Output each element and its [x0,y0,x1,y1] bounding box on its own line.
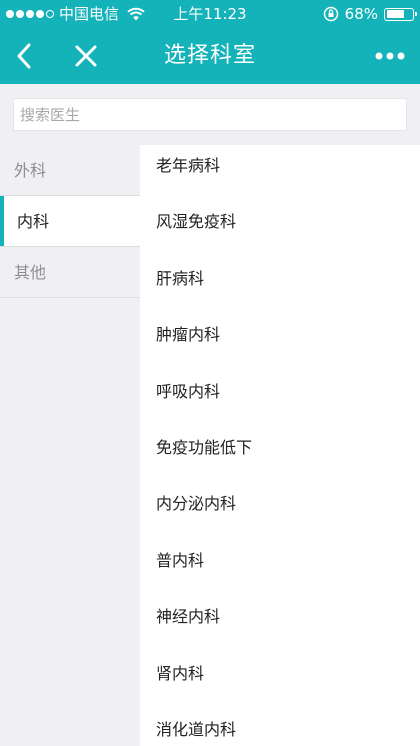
sidebar-item-1[interactable]: 内科 [0,196,140,247]
header: 中国电信 上午11:23 68% 选择科室 [0,0,420,84]
search-bar [0,84,420,145]
close-button[interactable] [66,28,106,84]
sidebar-item-0[interactable]: 外科 [0,145,140,196]
more-button[interactable] [370,28,410,84]
sidebar-item-2[interactable]: 其他 [0,247,140,298]
department-item[interactable]: 风湿免疫科 [140,201,420,257]
status-bar: 中国电信 上午11:23 68% [0,0,420,28]
battery-icon [384,7,417,21]
category-sidebar: 外科 内科 其他 [0,145,140,746]
battery-fill [386,10,404,18]
department-item[interactable]: 普内科 [140,540,420,596]
department-item[interactable]: 免疫功能低下 [140,427,420,483]
department-item[interactable]: 神经内科 [140,596,420,652]
department-item[interactable]: 消化道内科 [140,709,420,746]
department-item[interactable]: 肝病科 [140,258,420,314]
status-right: 68% [323,0,417,28]
page-title: 选择科室 [163,43,256,68]
department-item[interactable]: 老年病科 [140,145,420,201]
department-item[interactable]: 内分泌内科 [140,483,420,539]
back-chevron-icon [17,43,31,69]
department-item[interactable]: 肾内科 [140,653,420,709]
department-list: 老年病科 风湿免疫科 肝病科 肿瘤内科 呼吸内科 免疫功能低下 内分泌内科 普内科 神经内科 肾内… [140,145,420,746]
nav-bar: 选择科室 [0,28,420,84]
department-item[interactable]: 肿瘤内科 [140,314,420,370]
more-dots-icon [375,52,405,60]
search-input[interactable] [13,98,407,131]
close-icon [75,45,97,67]
back-button[interactable] [4,28,44,84]
orientation-lock-icon [323,6,338,22]
department-item[interactable]: 呼吸内科 [140,371,420,427]
battery-percent: 68% [344,5,378,23]
